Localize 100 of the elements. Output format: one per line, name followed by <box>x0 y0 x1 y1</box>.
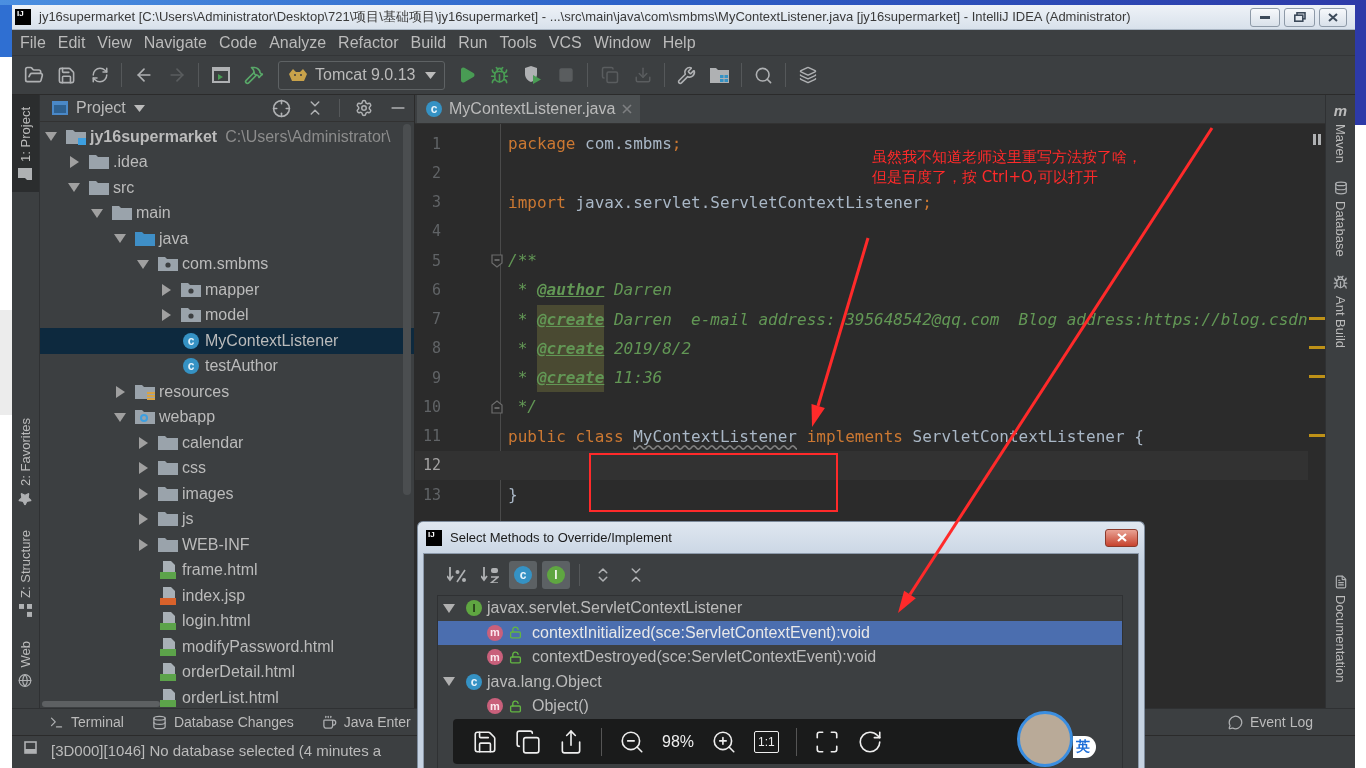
warning-marker[interactable] <box>1309 375 1325 378</box>
menu-item[interactable]: VCS <box>542 33 588 52</box>
layers-icon[interactable] <box>798 66 817 84</box>
tree-item[interactable]: c java.lang.Object <box>438 669 1122 694</box>
settings-icon[interactable] <box>355 99 373 117</box>
scrollbar-thumb[interactable] <box>42 701 160 707</box>
tool-window-button[interactable]: Java Enter <box>321 714 411 730</box>
menu-item[interactable]: Window <box>587 33 657 52</box>
tree-item[interactable]: css <box>40 455 414 481</box>
bug-icon[interactable] <box>490 65 509 85</box>
tree-item[interactable]: src <box>40 175 414 201</box>
folder-grid-icon[interactable] <box>710 67 729 83</box>
search-icon[interactable] <box>754 65 773 85</box>
warning-marker[interactable] <box>1309 316 1325 320</box>
minimize-button[interactable] <box>1250 7 1280 27</box>
sync-icon[interactable] <box>90 66 109 84</box>
input-method-indicator[interactable]: 英 <box>1073 736 1096 758</box>
tree-item[interactable]: m contextInitialized(sce:ServletContextEvent):void <box>438 620 1122 645</box>
tree-item[interactable]: orderList.html <box>40 685 414 708</box>
show-classes-button[interactable]: c <box>509 561 537 589</box>
caret-right-icon[interactable] <box>138 462 148 475</box>
tree-item[interactable]: orderDetail.html <box>40 659 414 685</box>
tree-item[interactable]: c MyContextListener <box>40 328 414 354</box>
tree-item[interactable]: login.html <box>40 608 414 634</box>
close-button[interactable] <box>1319 7 1347 27</box>
menu-item[interactable]: Edit <box>51 33 92 52</box>
menu-item[interactable]: View <box>91 33 138 52</box>
actual-size-button[interactable]: 1:1 <box>754 730 779 753</box>
tool-window-tab[interactable]: Documentation <box>1326 562 1355 688</box>
tree-item[interactable]: model <box>40 302 414 328</box>
caret-right-icon[interactable] <box>161 283 171 296</box>
caret-down-icon[interactable] <box>91 208 103 218</box>
tool-window-button[interactable]: Database Changes <box>151 714 294 730</box>
view-selector[interactable]: Project <box>52 99 145 117</box>
menu-item[interactable]: Help <box>656 33 702 52</box>
shield-run-icon[interactable] <box>524 66 541 84</box>
run-configuration-dropdown[interactable]: Tomcat 9.0.13 <box>278 60 445 90</box>
show-interfaces-button[interactable]: I <box>542 561 570 589</box>
hammer-icon[interactable] <box>243 65 264 85</box>
tree-item[interactable]: I javax.servlet.ServletContextListener <box>438 596 1122 621</box>
menu-item[interactable]: File <box>14 33 52 52</box>
tree-item[interactable]: frame.html <box>40 557 414 583</box>
tree-item[interactable]: com.smbms <box>40 251 414 277</box>
pause-icon[interactable] <box>1312 134 1321 145</box>
tree-item[interactable]: jy16supermarket C:\Users\Administrator\ <box>40 124 414 150</box>
tool-window-tab[interactable]: Web <box>12 631 39 696</box>
tool-window-tab[interactable]: 1: Project <box>12 95 39 192</box>
save-icon[interactable] <box>472 728 498 755</box>
caret-right-icon[interactable] <box>138 538 148 551</box>
caret-right-icon[interactable] <box>138 436 148 449</box>
caret-down-icon[interactable] <box>114 234 126 244</box>
tool-window-button[interactable]: Event Log <box>1227 714 1313 730</box>
tree-item[interactable]: resources <box>40 379 414 405</box>
editor-tab[interactable]: c MyContextListener.java <box>417 95 641 123</box>
caret-right-icon[interactable] <box>161 309 171 322</box>
folder-open-icon[interactable] <box>23 65 44 85</box>
caret-right-icon[interactable] <box>138 487 148 500</box>
warning-marker[interactable] <box>1309 433 1325 437</box>
tree-item[interactable]: webapp <box>40 404 414 430</box>
menu-item[interactable]: Build <box>404 33 453 52</box>
caret-right-icon[interactable] <box>115 385 125 398</box>
caret-right-icon[interactable] <box>69 156 79 169</box>
rotate-icon[interactable] <box>856 728 883 755</box>
tree-item[interactable]: c testAuthor <box>40 353 414 379</box>
fold-marker-icon[interactable] <box>491 253 503 268</box>
menu-item[interactable]: Run <box>452 33 494 52</box>
menu-item[interactable]: Refactor <box>332 33 405 52</box>
tree-item[interactable]: main <box>40 200 414 226</box>
tool-window-tab[interactable]: Database <box>1326 169 1355 263</box>
restore-button[interactable] <box>1284 7 1315 27</box>
tool-window-tab[interactable]: Ant Build <box>1326 262 1355 354</box>
menu-item[interactable]: Navigate <box>137 33 213 52</box>
menu-item[interactable]: Tools <box>493 33 543 52</box>
tree-item[interactable]: m Object() <box>438 694 1122 719</box>
wrench-icon[interactable] <box>677 65 696 85</box>
tree-item[interactable]: WEB-INF <box>40 532 414 558</box>
tree-item[interactable]: .idea <box>40 149 414 175</box>
warning-marker[interactable] <box>1309 345 1325 349</box>
fullscreen-icon[interactable] <box>813 728 840 755</box>
caret-down-icon[interactable] <box>114 412 126 422</box>
overlapping-squares-icon[interactable] <box>515 728 541 755</box>
caret-down-icon[interactable] <box>443 677 455 687</box>
target-icon[interactable] <box>272 98 291 118</box>
menu-item[interactable]: Code <box>212 33 264 52</box>
close-button[interactable] <box>1105 528 1138 547</box>
tool-window-tab[interactable]: 2: Favorites <box>12 408 39 515</box>
caret-down-icon[interactable] <box>443 603 455 613</box>
panel-toggle-icon[interactable] <box>24 741 37 754</box>
tree-item[interactable]: calendar <box>40 430 414 456</box>
tree-item[interactable]: m contextDestroyed(sce:ServletContextEvent):void <box>438 645 1122 670</box>
tree-item[interactable]: index.jsp <box>40 583 414 609</box>
tree-item[interactable]: java <box>40 226 414 252</box>
tool-window-tab[interactable]: Z: Structure <box>12 520 39 626</box>
caret-right-icon[interactable] <box>138 513 148 526</box>
tree-item[interactable]: images <box>40 481 414 507</box>
tree-item[interactable]: js <box>40 506 414 532</box>
fold-marker-icon[interactable] <box>491 399 503 414</box>
tree-item[interactable]: modifyPassword.html <box>40 634 414 660</box>
tree-item[interactable]: mapper <box>40 277 414 303</box>
tool-window-tab[interactable]: m Maven <box>1326 95 1355 170</box>
